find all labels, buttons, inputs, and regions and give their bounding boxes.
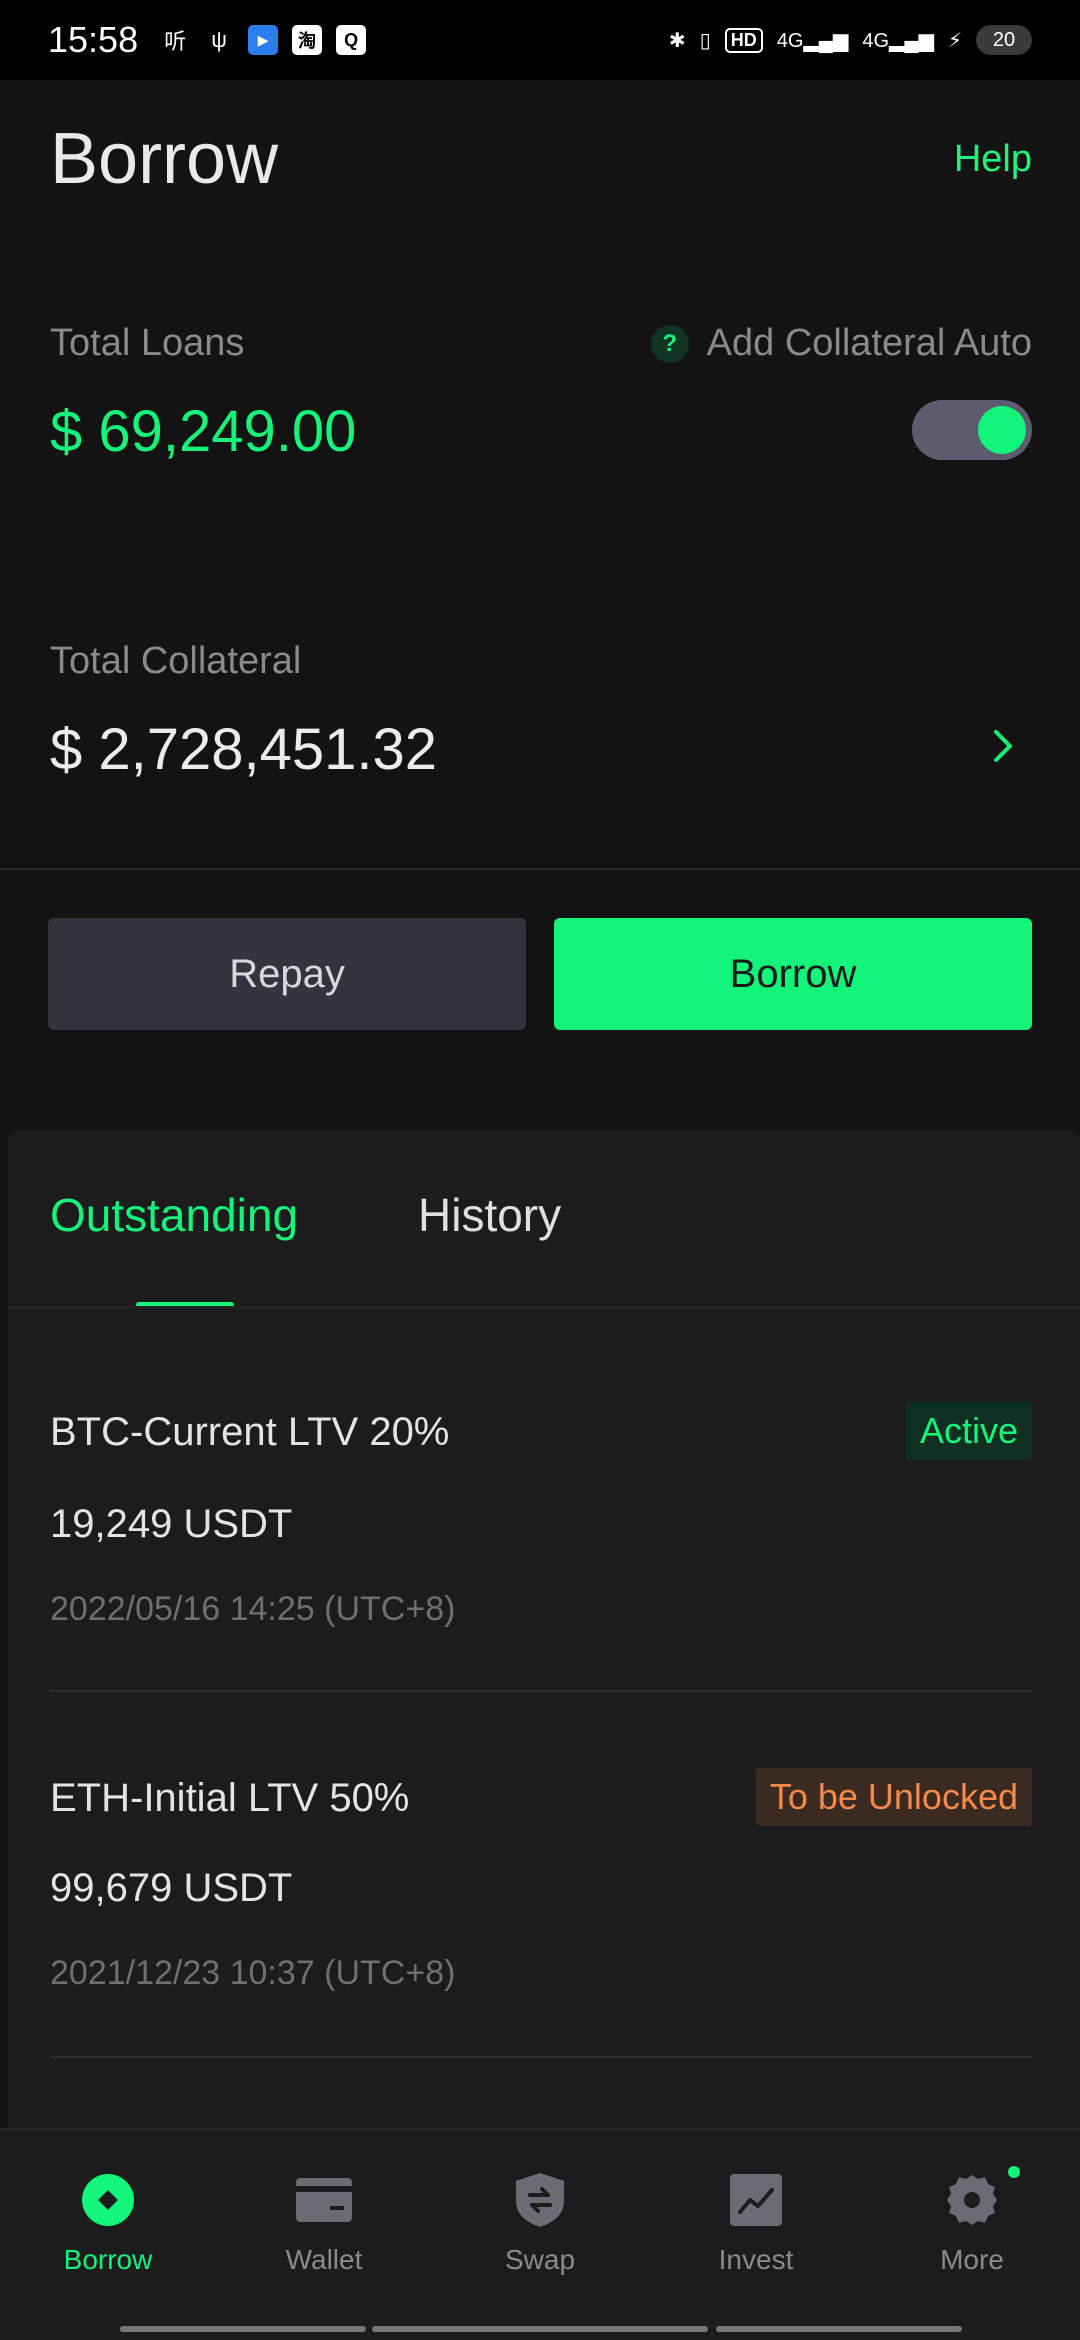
nav-wallet-label: Wallet	[285, 2244, 363, 2275]
help-link[interactable]: Help	[954, 138, 1032, 181]
tabs-divider	[8, 1306, 1080, 1308]
search-app-icon: Q	[336, 25, 367, 55]
status-badge-active: Active	[905, 1402, 1032, 1460]
status-badge-locked: To be Unlocked	[755, 1768, 1032, 1826]
row-divider	[50, 2056, 1032, 2058]
total-loans-label: Total Loans	[50, 322, 245, 364]
add-collateral-auto-row: ? Add Collateral Auto	[650, 322, 1032, 365]
app-notification-icon: ▸	[248, 25, 279, 55]
taobao-icon: 淘	[292, 25, 323, 55]
gear-icon	[942, 2170, 1002, 2230]
bottom-nav: Borrow Wallet Swap Invest More	[0, 2128, 1080, 2340]
nav-invest[interactable]: Invest	[666, 2170, 846, 2276]
usb-icon: ψ	[211, 27, 227, 52]
status-time: 15:58	[48, 19, 139, 60]
charging-icon: ⚡	[947, 29, 962, 52]
borrow-icon	[78, 2170, 138, 2230]
bluetooth-icon: ✱	[668, 29, 686, 52]
loan-item-title[interactable]: ETH-Initial LTV 50%	[50, 1776, 409, 1821]
total-collateral-value[interactable]: $ 2,728,451.32	[50, 716, 437, 783]
status-bar: 15:58 听 ψ ▸ 淘 Q ✱ ▯ HD 4G▂▄▆ 4G▂▄▆ ⚡ 20	[0, 0, 1080, 80]
gesture-bar	[120, 2326, 366, 2332]
nav-borrow-label: Borrow	[63, 2244, 153, 2275]
row-divider	[50, 1690, 1032, 1692]
signal-2-icon: 4G▂▄▆	[862, 29, 934, 52]
wallet-icon	[294, 2170, 354, 2230]
total-loans-value: $ 69,249.00	[50, 399, 357, 464]
invest-icon	[726, 2170, 786, 2230]
section-divider	[0, 868, 1080, 870]
loan-item-title[interactable]: BTC-Current LTV 20%	[50, 1410, 449, 1455]
nav-more[interactable]: More	[882, 2166, 1062, 2276]
loan-item-amount: 19,249 USDT	[50, 1502, 293, 1546]
hd-icon: HD	[724, 27, 763, 53]
notification-dot	[1008, 2166, 1020, 2178]
add-collateral-auto-toggle[interactable]	[912, 400, 1032, 460]
listen-app-icon: 听	[164, 29, 187, 54]
vibrate-icon: ▯	[699, 29, 711, 52]
gesture-bar	[716, 2326, 962, 2332]
tab-outstanding[interactable]: Outstanding	[50, 1188, 298, 1242]
gesture-bar	[372, 2326, 708, 2332]
total-collateral-label: Total Collateral	[50, 640, 302, 682]
loan-item-time: 2022/05/16 14:25 (UTC+8)	[50, 1590, 456, 1628]
loan-item-amount: 99,679 USDT	[50, 1866, 293, 1910]
nav-swap[interactable]: Swap	[450, 2170, 630, 2276]
chevron-right-icon[interactable]	[988, 726, 1018, 766]
add-collateral-auto-label: Add Collateral Auto	[706, 322, 1032, 364]
nav-invest-label: Invest	[718, 2244, 794, 2275]
battery-icon: 20	[976, 25, 1032, 55]
status-system-icons: ✱ ▯ HD 4G▂▄▆ 4G▂▄▆ ⚡ 20	[669, 25, 1032, 55]
nav-borrow[interactable]: Borrow	[18, 2170, 198, 2276]
nav-more-label: More	[940, 2244, 1004, 2275]
borrow-button[interactable]: Borrow	[554, 918, 1032, 1030]
repay-button[interactable]: Repay	[48, 918, 526, 1030]
page-title: Borrow	[50, 119, 279, 199]
signal-1-icon: 4G▂▄▆	[776, 29, 849, 52]
tab-history[interactable]: History	[418, 1188, 561, 1242]
swap-icon	[510, 2170, 570, 2230]
status-notification-icons: 听 ψ ▸ 淘 Q	[160, 25, 367, 55]
nav-swap-label: Swap	[504, 2244, 576, 2275]
question-icon[interactable]: ?	[650, 324, 689, 363]
loan-item-time: 2021/12/23 10:37 (UTC+8)	[50, 1954, 456, 1992]
toggle-knob	[978, 406, 1026, 454]
nav-wallet[interactable]: Wallet	[234, 2170, 414, 2276]
